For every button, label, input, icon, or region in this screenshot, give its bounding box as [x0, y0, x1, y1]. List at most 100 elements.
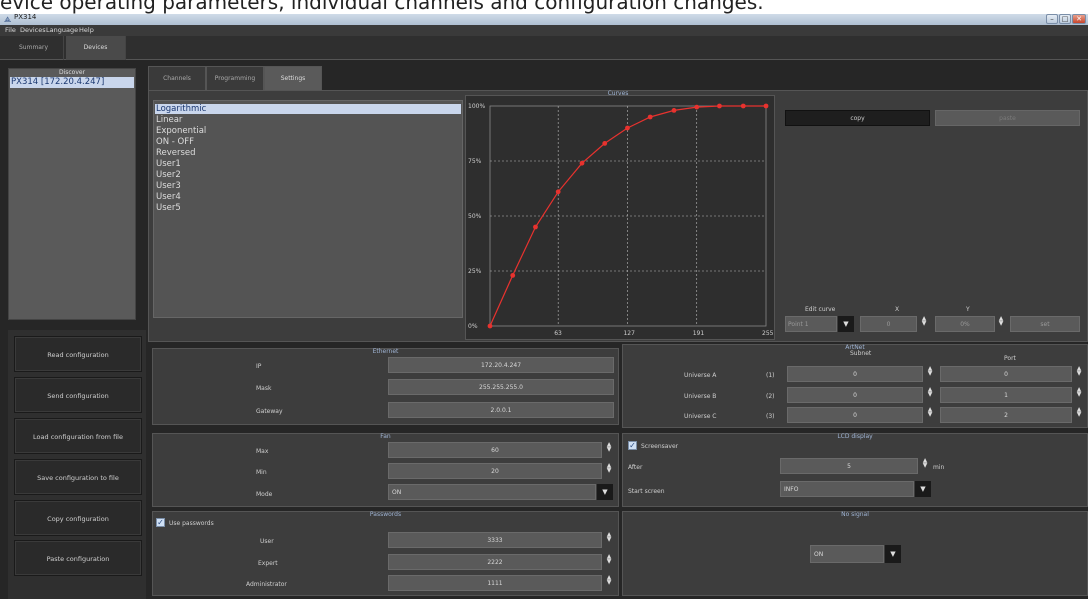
fan-min-input[interactable]: 20	[388, 463, 602, 479]
curve-graph[interactable]: 0% 25% 50% 75% 100% 63 127 191 255	[465, 95, 775, 340]
close-button[interactable]: ✕	[1072, 14, 1086, 24]
fan-title: Fan	[380, 433, 391, 440]
lcd-display-title: LCD display	[837, 433, 873, 440]
chart-curve-point	[694, 104, 700, 110]
user-password-spinner-icon[interactable]: ▲ ▼	[605, 532, 613, 543]
chart-curve-point	[555, 189, 561, 195]
menu-help[interactable]: Help	[79, 26, 94, 34]
universe-b-subnet-input[interactable]: 0	[787, 387, 923, 403]
user-password-input[interactable]: 3333	[388, 532, 602, 548]
x-spinner-icon[interactable]: ▲ ▼	[920, 316, 928, 327]
tab-devices[interactable]: Devices	[66, 36, 126, 60]
curve-item-linear[interactable]: Linear	[156, 115, 182, 125]
fan-mode-select[interactable]: ON	[388, 484, 596, 500]
send-config-button[interactable]: Send configuration	[14, 377, 142, 413]
curve-item-user4[interactable]: User4	[156, 192, 181, 202]
gateway-input[interactable]: 2.0.0.1	[388, 402, 614, 418]
tab-programming[interactable]: Programming	[206, 66, 264, 90]
no-signal-dropdown-icon[interactable]: ▼	[885, 545, 901, 563]
universe-b-subnet-spinner-icon[interactable]: ▲ ▼	[926, 387, 934, 398]
universe-c-subnet-input[interactable]: 0	[787, 407, 923, 423]
maximize-button[interactable]: □	[1059, 14, 1071, 24]
chart-ytick-label: 75%	[468, 158, 482, 165]
screensaver-checkbox[interactable]: ✓	[628, 441, 637, 450]
menu-file[interactable]: File	[5, 26, 16, 34]
universe-b-index: (2)	[766, 393, 775, 400]
menu-devices[interactable]: Devices	[20, 26, 46, 34]
tab-summary[interactable]: Summary	[4, 36, 64, 60]
expert-password-input[interactable]: 2222	[388, 554, 602, 570]
point-dropdown-arrow-icon[interactable]: ▼	[838, 316, 854, 332]
start-screen-dropdown-icon[interactable]: ▼	[915, 481, 931, 497]
universe-b-port-spinner-icon[interactable]: ▲ ▼	[1075, 387, 1083, 398]
curve-item-user2[interactable]: User2	[156, 170, 181, 180]
curve-item-exponential[interactable]: Exponential	[156, 126, 206, 136]
universe-b-port-input[interactable]: 1	[940, 387, 1072, 403]
mask-input[interactable]: 255.255.255.0	[388, 379, 614, 395]
curve-item-on-off[interactable]: ON - OFF	[156, 137, 194, 147]
paste-curve-button[interactable]: paste	[935, 110, 1080, 126]
load-config-file-button[interactable]: Load configuration from file	[14, 418, 142, 454]
point-select[interactable]: Point 1	[785, 316, 837, 332]
chart-xtick-label: 255	[762, 330, 774, 337]
fan-max-spinner-icon[interactable]: ▲ ▼	[605, 442, 613, 453]
start-screen-select[interactable]: INFO	[780, 481, 914, 497]
curve-item-logarithmic[interactable]: Logarithmic	[155, 104, 461, 114]
after-input[interactable]: 5	[780, 458, 918, 474]
device-list-item[interactable]: PX314 [172.20.4.247]	[10, 77, 134, 88]
curve-item-user3[interactable]: User3	[156, 181, 181, 191]
y-spinner-icon[interactable]: ▲ ▼	[997, 316, 1005, 327]
universe-a-subnet-spinner-icon[interactable]: ▲ ▼	[926, 366, 934, 377]
screensaver-label: Screensaver	[641, 443, 679, 450]
passwords-title: Passwords	[369, 511, 402, 518]
tab-settings[interactable]: Settings	[264, 66, 322, 90]
universe-a-port-spinner-icon[interactable]: ▲ ▼	[1075, 366, 1083, 377]
after-spinner-icon[interactable]: ▲ ▼	[921, 458, 929, 469]
universe-a-port-input[interactable]: 0	[940, 366, 1072, 382]
save-config-file-button[interactable]: Save configuration to file	[14, 459, 142, 495]
main-tab-bar: Summary Devices	[0, 36, 1088, 60]
admin-password-spinner-icon[interactable]: ▲ ▼	[605, 575, 613, 586]
curve-chart-svg[interactable]: 0% 25% 50% 75% 100% 63 127 191 255	[466, 96, 776, 341]
tab-channels[interactable]: Channels	[148, 66, 206, 90]
ip-label: IP	[256, 363, 262, 370]
curve-list[interactable]: Logarithmic Linear Exponential ON - OFF …	[153, 100, 463, 318]
chart-curve-point	[510, 273, 516, 278]
minimize-button[interactable]: –	[1046, 14, 1058, 24]
universe-c-port-input[interactable]: 2	[940, 407, 1072, 423]
curve-item-user5[interactable]: User5	[156, 203, 181, 213]
use-passwords-checkbox[interactable]: ✓	[156, 518, 165, 527]
curve-item-user1[interactable]: User1	[156, 159, 181, 169]
expert-password-spinner-icon[interactable]: ▲ ▼	[605, 554, 613, 565]
ip-input[interactable]: 172.20.4.247	[388, 357, 614, 373]
universe-c-subnet-spinner-icon[interactable]: ▲ ▼	[926, 407, 934, 418]
copy-curve-button[interactable]: copy	[785, 110, 930, 126]
x-value-input[interactable]: 0	[860, 316, 917, 332]
caption-text: evice operating parameters, individual c…	[0, 0, 764, 14]
universe-a-subnet-input[interactable]: 0	[787, 366, 923, 382]
admin-password-input[interactable]: 1111	[388, 575, 602, 591]
x-label: X	[895, 306, 900, 313]
read-config-button[interactable]: Read configuration	[14, 336, 142, 372]
set-point-button[interactable]: set	[1010, 316, 1080, 332]
fan-mode-label: Mode	[256, 491, 273, 498]
fan-min-spinner-icon[interactable]: ▲ ▼	[605, 463, 613, 474]
edit-curve-label: Edit curve	[805, 306, 836, 313]
universe-b-label: Universe B	[684, 393, 717, 400]
universe-c-port-spinner-icon[interactable]: ▲ ▼	[1075, 407, 1083, 418]
caption-strip: evice operating parameters, individual c…	[0, 0, 1088, 14]
curve-item-reversed[interactable]: Reversed	[156, 148, 196, 158]
fan-max-input[interactable]: 60	[388, 442, 602, 458]
ethernet-title: Ethernet	[372, 348, 399, 355]
after-label: After	[628, 464, 643, 471]
chart-curve-point	[671, 108, 677, 113]
chart-curve-point	[602, 141, 608, 146]
window-titlebar: ⟁ PX314 – □ ✕	[0, 13, 1088, 25]
fan-mode-dropdown-icon[interactable]: ▼	[597, 484, 613, 500]
paste-config-button[interactable]: Paste configuration	[14, 540, 142, 576]
no-signal-select[interactable]: ON	[810, 545, 884, 563]
y-value-input[interactable]: 0%	[935, 316, 995, 332]
chart-curve-point	[533, 224, 538, 230]
menu-language[interactable]: Language	[46, 26, 78, 34]
copy-config-button[interactable]: Copy configuration	[14, 500, 142, 536]
